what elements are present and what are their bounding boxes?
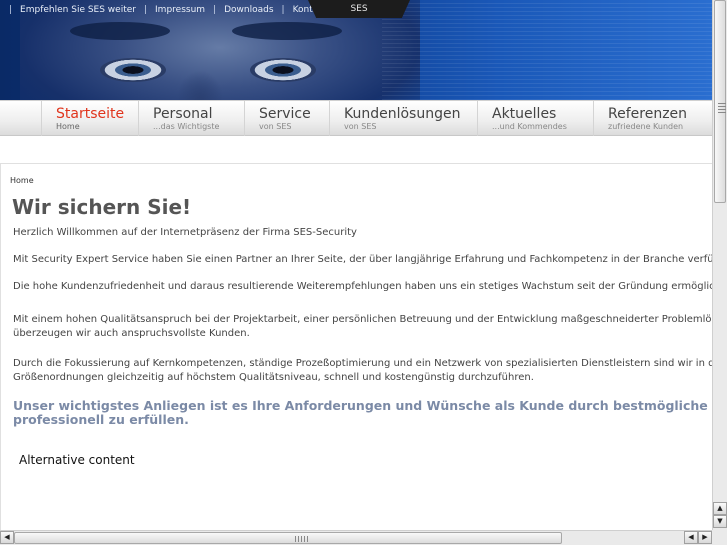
arrow-up-icon: ▲ [717,504,723,512]
arrow-left-icon: ◀ [4,533,10,541]
paragraph-focus: Durch die Fokussierung auf Kernkompetenz… [13,358,712,369]
vertical-scroll-thumb[interactable] [714,0,726,203]
top-links-separator: | [281,5,285,15]
main-content: Home Wir sichern Sie! Herzlich Willkomme… [0,163,712,530]
banner-left-brow [70,22,170,40]
arrow-right-icon: ▶ [702,533,708,541]
scroll-right-button[interactable]: ▶ [698,531,712,544]
scroll-grip-icon [718,103,726,115]
link-impressum[interactable]: Impressum [155,5,205,15]
nav-item-aktuelles[interactable]: Aktuelles ...und Kommendes [477,101,593,136]
nav-title: Referenzen [608,106,688,122]
top-links-separator: | [9,5,13,15]
horizontal-scroll-thumb[interactable] [14,532,562,544]
nav-subtitle: ...und Kommendes [492,122,567,131]
scroll-up-button[interactable]: ▲ [713,502,727,515]
header-banner: | Empfehlen Sie SES weiter | Impressum |… [0,0,712,100]
top-links-bar: | Empfehlen Sie SES weiter | Impressum |… [0,0,335,20]
scrollbar-corner [712,530,727,545]
nav-title: Personal [153,106,213,122]
nav-title: Startseite [56,106,125,122]
paragraph-quality: Mit einem hohen Qualitätsanspruch bei de… [13,314,712,325]
banner-stripes [382,0,712,100]
nav-subtitle: von SES [259,122,292,131]
main-navigation: Startseite Home Personal ...das Wichtigs… [0,100,712,136]
link-downloads[interactable]: Downloads [224,5,273,15]
alternative-content: Alternative content [19,453,135,467]
nav-title: Kundenlösungen [344,106,461,122]
paragraph-focus-cont: Größenordnungen gleichzeitig auf höchste… [13,372,534,383]
arrow-down-icon: ▼ [717,517,723,525]
scroll-down-button[interactable]: ▼ [713,515,727,528]
nav-item-kundenloesungen[interactable]: Kundenlösungen von SES [329,101,477,136]
page-title: Wir sichern Sie! [12,195,192,219]
nav-subtitle: Home [56,122,80,131]
nav-subtitle: ...das Wichtigste [153,122,220,131]
ses-tab[interactable]: SES [308,0,410,18]
banner-left-eye [100,58,166,82]
banner-right-brow [232,22,342,40]
top-links-separator: | [143,5,148,15]
banner-right-eye [250,58,316,82]
nav-title: Aktuelles [492,106,557,122]
paragraph-partner: Mit Security Expert Service haben Sie ei… [13,254,712,265]
browser-viewport: | Empfehlen Sie SES weiter | Impressum |… [0,0,712,530]
scroll-left-button-end[interactable]: ◀ [684,531,698,544]
banner-nose [176,70,224,100]
nav-item-service[interactable]: Service von SES [244,101,329,136]
scroll-left-button[interactable]: ◀ [0,531,14,544]
highlight-statement: Unser wichtigstes Anliegen ist es Ihre A… [13,399,712,427]
highlight-line: professionell zu erfüllen. [13,412,189,427]
arrow-left-icon: ◀ [688,533,694,541]
horizontal-scrollbar[interactable]: ◀ ◀ ▶ [0,530,712,545]
nav-title: Service [259,106,311,122]
nav-item-referenzen[interactable]: Referenzen zufriedene Kunden [593,101,712,136]
paragraph-quality-cont: überzeugen wir auch anspruchsvollste Kun… [13,328,250,339]
scroll-grip-icon [295,536,309,542]
vertical-scrollbar[interactable]: ▲ ▼ [712,0,727,530]
nav-subtitle: zufriedene Kunden [608,122,684,131]
breadcrumb[interactable]: Home [10,176,34,185]
paragraph-growth: Die hohe Kundenzufriedenheit und daraus … [13,281,712,292]
paragraph-welcome: Herzlich Willkommen auf der Internetpräs… [13,227,357,238]
highlight-line: Unser wichtigstes Anliegen ist es Ihre A… [13,398,712,413]
nav-item-startseite[interactable]: Startseite Home [41,101,138,136]
nav-item-personal[interactable]: Personal ...das Wichtigste [138,101,244,136]
nav-subtitle: von SES [344,122,377,131]
link-empfehlen[interactable]: Empfehlen Sie SES weiter [20,5,136,15]
top-links-separator: | [213,5,217,15]
